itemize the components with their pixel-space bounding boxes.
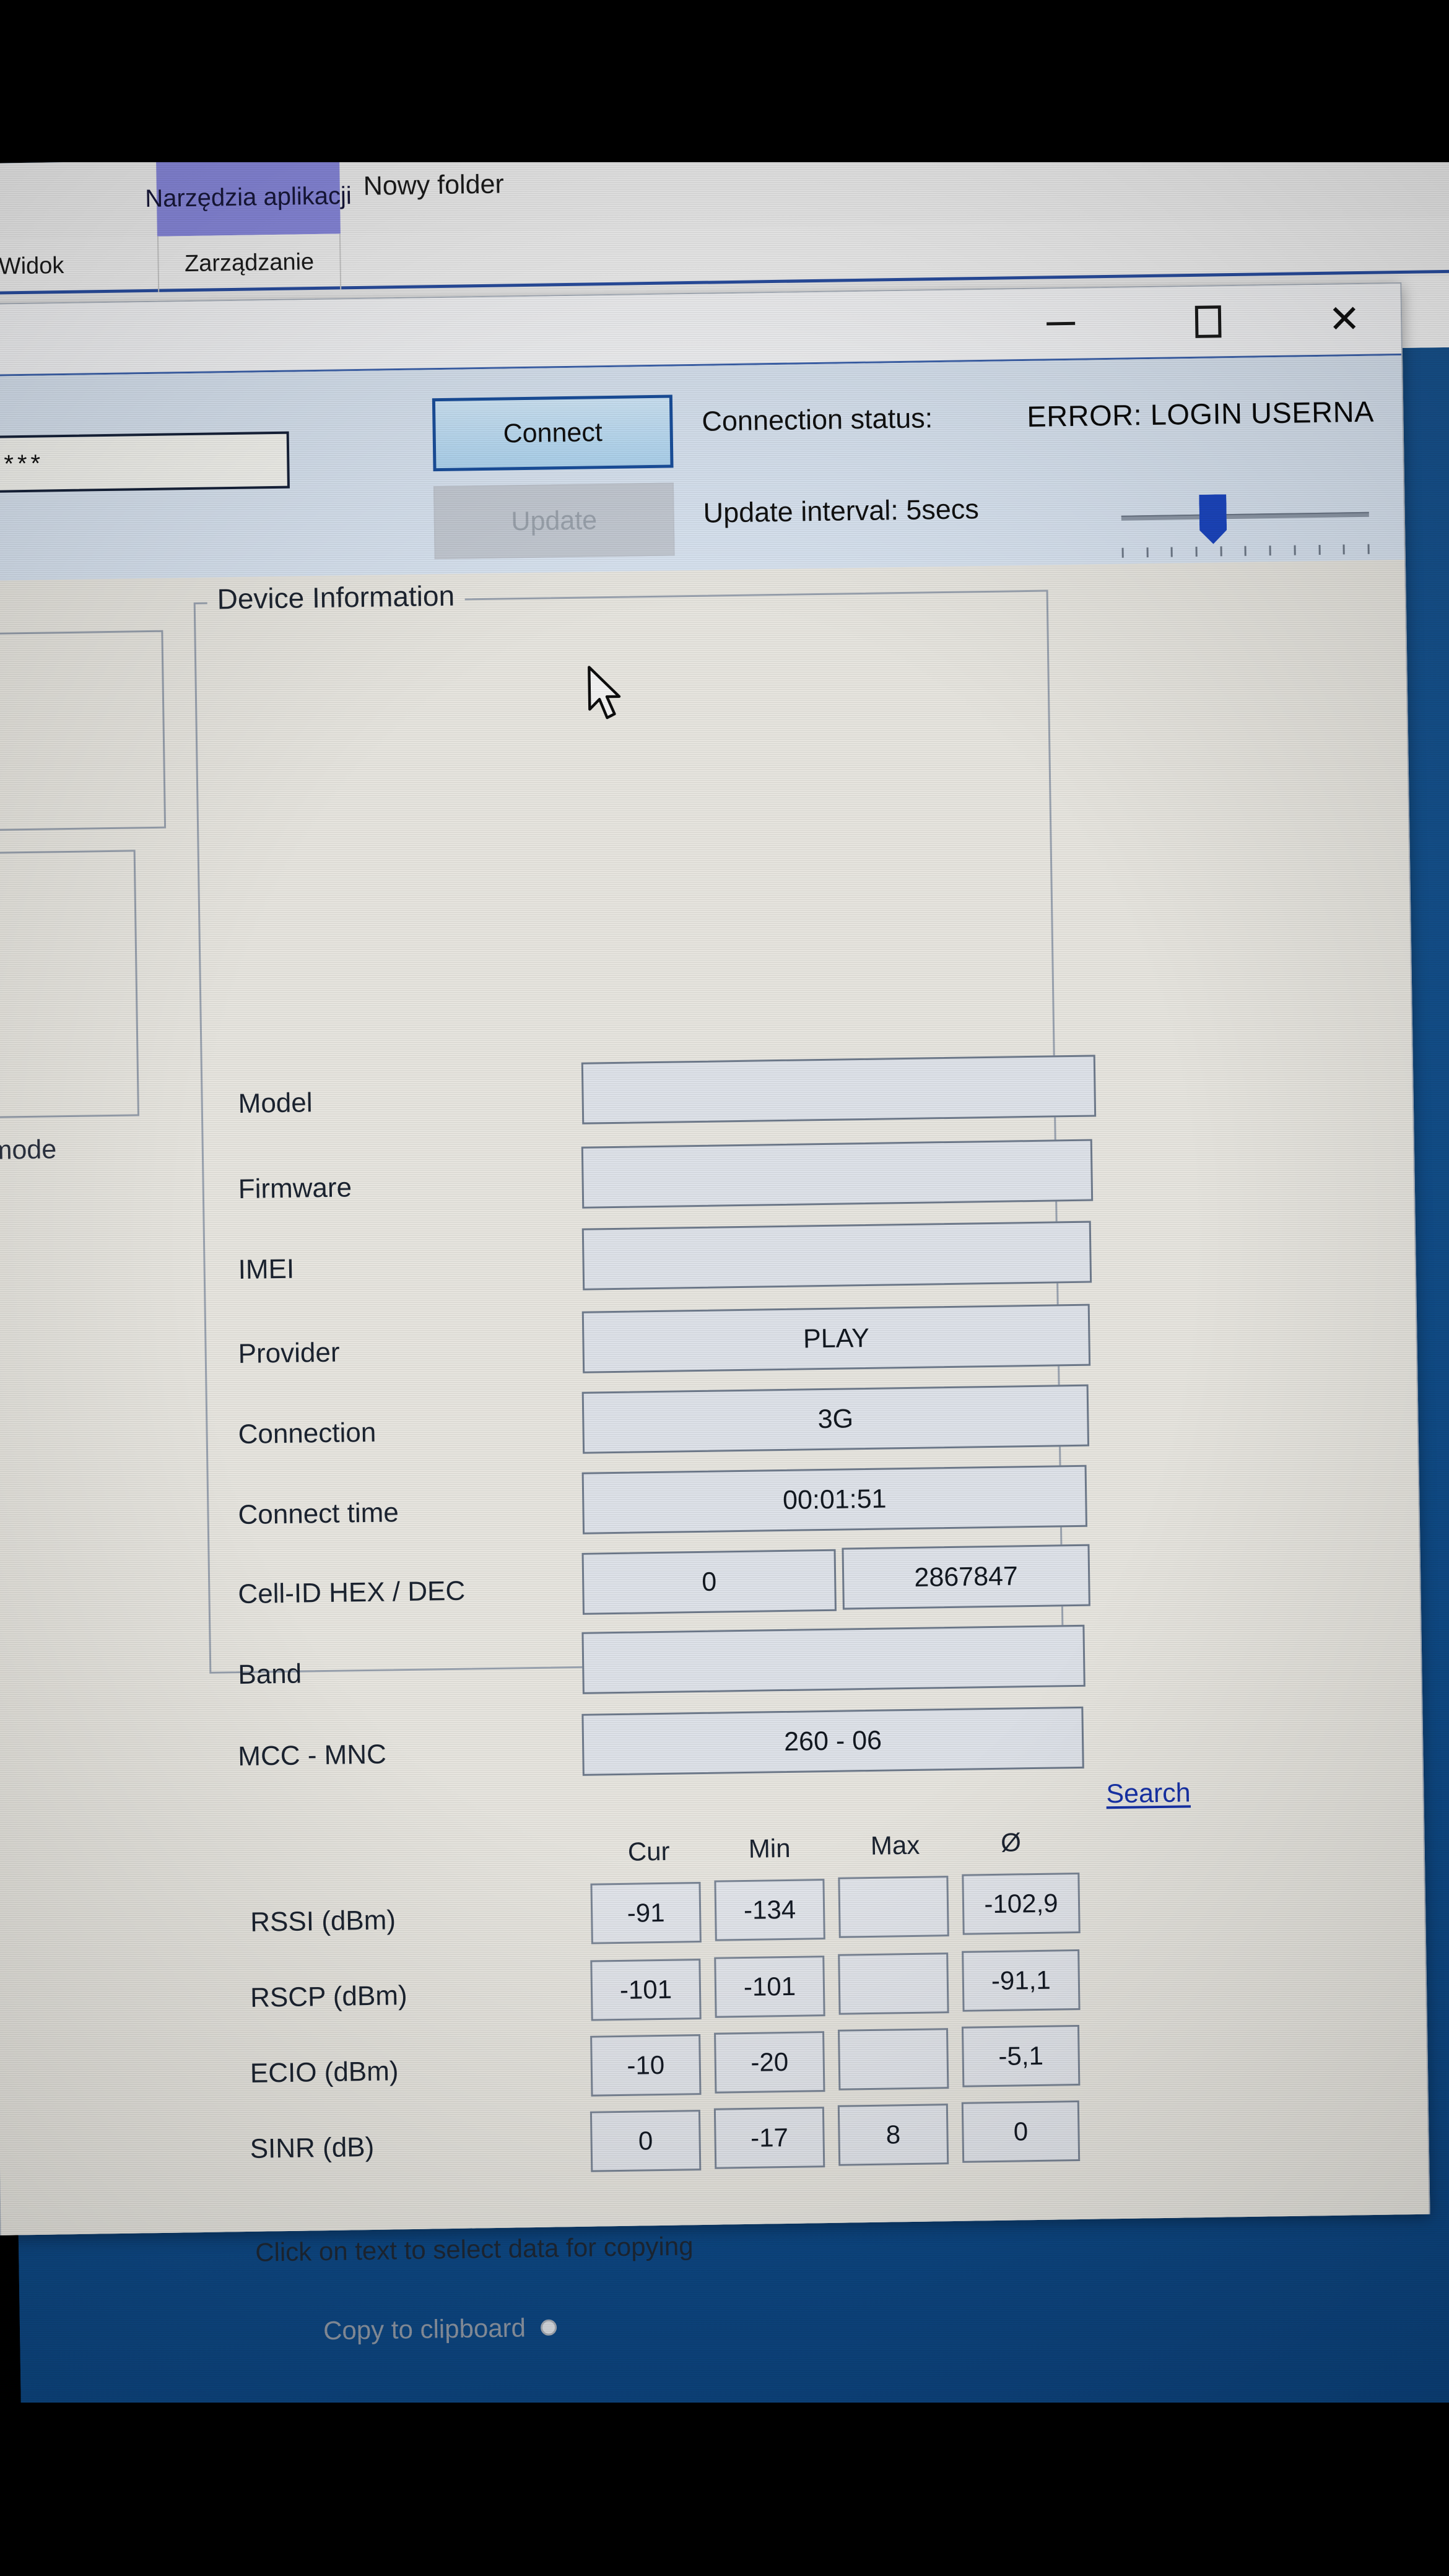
connection-status-value: ERROR: LOGIN USERNA [1026,394,1375,433]
rssi-avg[interactable]: -102,9 [962,1872,1081,1935]
device-information-legend: Device Information [207,578,465,616]
rscp-cur[interactable]: -101 [590,1959,702,2021]
update-interval-slider[interactable] [1121,487,1370,559]
value-connection[interactable]: 3G [581,1384,1090,1454]
rscp-min[interactable]: -101 [714,1956,825,2018]
connect-button[interactable]: Connect [432,394,674,472]
label-sinr: SINR (dB) [250,2131,375,2164]
explorer-window-title: Nowy folder [363,169,505,201]
value-band[interactable] [581,1624,1086,1694]
contextual-tab-narzedzia-aplikacji[interactable]: Narzędzia aplikacji [145,158,352,237]
copy-to-clipboard-indicator-icon [540,2319,557,2336]
label-imei: IMEI [238,1253,295,1285]
metrics-header-avg: Ø [1000,1827,1022,1857]
rssi-cur[interactable]: -91 [590,1882,702,1944]
rscp-max[interactable] [838,1952,949,2015]
maximize-button[interactable] [1167,286,1249,357]
search-link[interactable]: Search [1106,1778,1191,1809]
photo-letterbox-bottom [0,2403,1449,2576]
sinr-min[interactable]: -17 [713,2107,825,2169]
photo-of-screen: Narzędzia aplikacji Nowy folder Widok Za… [0,0,1449,2576]
ecio-min[interactable]: -20 [714,2031,825,2094]
connection-status-label: Connection status: [702,402,933,437]
label-firmware: Firmware [238,1172,352,1204]
slider-ticks [1121,544,1370,559]
label-connect-time: Connect time [238,1497,399,1531]
label-model: Model [238,1087,313,1119]
label-connection: Connection [238,1417,376,1450]
value-provider[interactable]: PLAY [581,1303,1091,1373]
label-ecio: ECIO (dBm) [250,2056,399,2089]
sinr-cur[interactable]: 0 [590,2110,702,2172]
tab-widok[interactable]: Widok [0,237,94,295]
rscp-avg[interactable]: -91,1 [962,1949,1081,2012]
ecio-cur[interactable]: -10 [590,2034,702,2097]
ecio-max[interactable] [837,2028,949,2091]
rssi-min[interactable]: -134 [714,1879,825,1941]
maximize-icon [1194,305,1222,338]
fixed-mode-label: edmode [0,1134,57,1166]
value-cell-id-dec[interactable]: 2867847 [842,1544,1090,1610]
minimize-icon [1046,321,1076,326]
value-model[interactable] [581,1055,1097,1125]
rssi-max[interactable] [838,1876,949,1938]
copy-to-clipboard-option[interactable]: Copy to clipboard [323,2313,557,2346]
ecio-avg[interactable]: -5,1 [961,2024,1081,2087]
value-firmware[interactable] [581,1139,1094,1209]
label-mcc-mnc: MCC - MNC [237,1739,387,1772]
metrics-header-max: Max [870,1830,920,1860]
label-provider: Provider [238,1337,340,1370]
label-rscp: RSCP (dBm) [250,1980,407,2013]
sinr-avg[interactable]: 0 [961,2100,1081,2163]
slider-thumb[interactable] [1199,494,1227,544]
value-imei[interactable] [581,1221,1092,1290]
label-cell-id: Cell-ID HEX / DEC [238,1575,466,1610]
label-band: Band [238,1658,302,1690]
copy-to-clipboard-label: Copy to clipboard [323,2313,526,2346]
slider-track [1121,511,1369,521]
monitor-screen: Narzędzia aplikacji Nowy folder Widok Za… [0,141,1449,2430]
left-groupbox-upper [0,630,167,833]
password-input[interactable]: ***** [0,431,290,494]
tab-zarzadzanie[interactable]: Zarządzanie [157,233,342,292]
value-cell-id-hex[interactable]: 0 [581,1549,837,1615]
label-rssi: RSSI (dBm) [250,1905,396,1938]
sinr-max[interactable]: 8 [837,2104,949,2166]
metrics-header-min: Min [748,1833,791,1863]
update-button[interactable]: Update [433,482,675,560]
metrics-header-cur: Cur [627,1836,670,1866]
modem-monitor-window: ✕ ***** Connect Update Connection status… [0,282,1430,2345]
minimize-button[interactable] [1020,288,1102,359]
close-button[interactable]: ✕ [1303,284,1385,355]
app-toolbar: ***** Connect Update Connection status: … [0,355,1404,581]
left-groupbox-lower [0,850,139,1121]
value-connect-time[interactable]: 00:01:51 [581,1464,1087,1534]
update-interval-label: Update interval: 5secs [703,493,980,529]
photo-letterbox-top [0,0,1449,162]
value-mcc-mnc[interactable]: 260 - 06 [581,1706,1084,1776]
